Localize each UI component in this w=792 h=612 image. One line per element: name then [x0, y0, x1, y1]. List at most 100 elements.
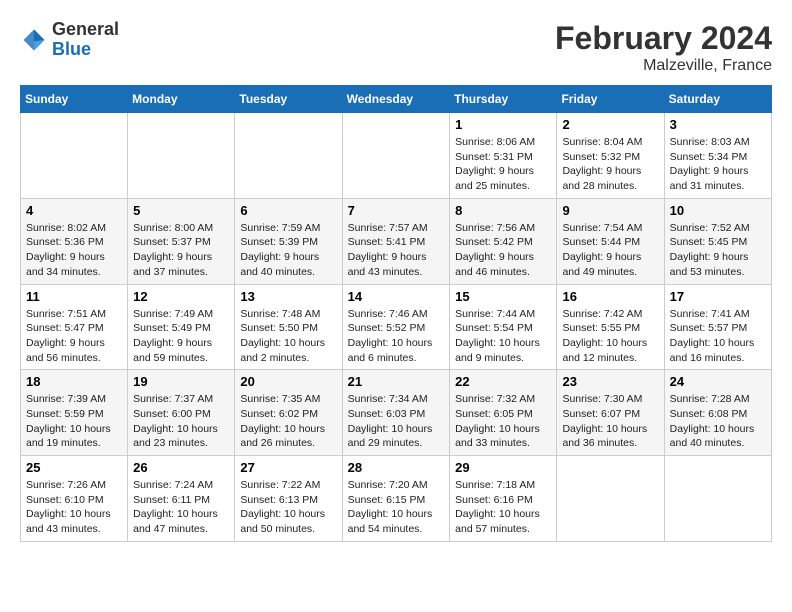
- logo-icon: [20, 26, 48, 54]
- calendar-cell: [557, 456, 664, 542]
- cell-day-number: 8: [455, 203, 551, 218]
- week-row-3: 11Sunrise: 7:51 AM Sunset: 5:47 PM Dayli…: [21, 284, 772, 370]
- calendar-cell: 4Sunrise: 8:02 AM Sunset: 5:36 PM Daylig…: [21, 198, 128, 284]
- cell-day-number: 20: [240, 374, 336, 389]
- header-day-wednesday: Wednesday: [342, 86, 450, 113]
- cell-day-info: Sunrise: 7:39 AM Sunset: 5:59 PM Dayligh…: [26, 392, 122, 451]
- week-row-1: 1 Sunrise: 8:06 AM Sunset: 5:31 PM Daylig…: [21, 113, 772, 199]
- week-row-5: 25 Sunrise: 7:26 AM Sunset: 6:10 PM Dayli…: [21, 456, 772, 542]
- cell-day-info: Sunrise: 7:49 AM Sunset: 5:49 PM Dayligh…: [133, 307, 229, 366]
- header-day-tuesday: Tuesday: [235, 86, 342, 113]
- cell-day-info: Sunrise: 7:30 AM Sunset: 6:07 PM Dayligh…: [562, 392, 658, 451]
- cell-day-number: 22: [455, 374, 551, 389]
- cell-day-number: 29: [455, 460, 551, 475]
- calendar-cell: 18 Sunrise: 7:39 AM Sunset: 5:59 PM Dayli…: [21, 370, 128, 456]
- cell-day-info: Sunrise: 7:26 AM Sunset: 6:10 PM Dayligh…: [26, 478, 122, 537]
- week-row-4: 18 Sunrise: 7:39 AM Sunset: 5:59 PM Dayli…: [21, 370, 772, 456]
- cell-day-number: 6: [240, 203, 336, 218]
- header-day-thursday: Thursday: [450, 86, 557, 113]
- cell-day-number: 2: [562, 117, 658, 132]
- cell-day-number: 18: [26, 374, 122, 389]
- cell-day-info: Sunrise: 7:56 AM Sunset: 5:42 PM Dayligh…: [455, 221, 551, 280]
- cell-day-number: 23: [562, 374, 658, 389]
- cell-day-info: Sunrise: 7:59 AM Sunset: 5:39 PM Dayligh…: [240, 221, 336, 280]
- calendar-cell: [664, 456, 771, 542]
- page-title: February 2024: [555, 20, 772, 57]
- calendar-cell: 7Sunrise: 7:57 AM Sunset: 5:41 PM Daylig…: [342, 198, 450, 284]
- logo-blue: Blue: [52, 40, 119, 60]
- cell-day-number: 16: [562, 289, 658, 304]
- calendar-cell: 13 Sunrise: 7:48 AM Sunset: 5:50 PM Dayli…: [235, 284, 342, 370]
- cell-day-number: 15: [455, 289, 551, 304]
- cell-day-info: Sunrise: 7:35 AM Sunset: 6:02 PM Dayligh…: [240, 392, 336, 451]
- calendar-cell: 21 Sunrise: 7:34 AM Sunset: 6:03 PM Dayli…: [342, 370, 450, 456]
- calendar-cell: 23 Sunrise: 7:30 AM Sunset: 6:07 PM Dayli…: [557, 370, 664, 456]
- calendar-cell: 26Sunrise: 7:24 AM Sunset: 6:11 PM Dayli…: [128, 456, 235, 542]
- cell-day-info: Sunrise: 7:24 AM Sunset: 6:11 PM Dayligh…: [133, 478, 229, 537]
- calendar-cell: 9 Sunrise: 7:54 AM Sunset: 5:44 PM Daylig…: [557, 198, 664, 284]
- cell-day-number: 11: [26, 289, 122, 304]
- calendar-cell: 6 Sunrise: 7:59 AM Sunset: 5:39 PM Daylig…: [235, 198, 342, 284]
- calendar-cell: [235, 113, 342, 199]
- cell-day-info: Sunrise: 7:57 AM Sunset: 5:41 PM Dayligh…: [348, 221, 445, 280]
- cell-day-number: 4: [26, 203, 122, 218]
- calendar-table: SundayMondayTuesdayWednesdayThursdayFrid…: [20, 85, 772, 542]
- cell-day-info: Sunrise: 7:37 AM Sunset: 6:00 PM Dayligh…: [133, 392, 229, 451]
- cell-day-number: 24: [670, 374, 766, 389]
- header-day-friday: Friday: [557, 86, 664, 113]
- cell-day-info: Sunrise: 7:54 AM Sunset: 5:44 PM Dayligh…: [562, 221, 658, 280]
- cell-day-info: Sunrise: 7:34 AM Sunset: 6:03 PM Dayligh…: [348, 392, 445, 451]
- logo-general: General: [52, 20, 119, 40]
- header-day-sunday: Sunday: [21, 86, 128, 113]
- calendar-header: SundayMondayTuesdayWednesdayThursdayFrid…: [21, 86, 772, 113]
- calendar-cell: 5Sunrise: 8:00 AM Sunset: 5:37 PM Daylig…: [128, 198, 235, 284]
- cell-day-info: Sunrise: 7:44 AM Sunset: 5:54 PM Dayligh…: [455, 307, 551, 366]
- calendar-cell: 27Sunrise: 7:22 AM Sunset: 6:13 PM Dayli…: [235, 456, 342, 542]
- calendar-cell: [21, 113, 128, 199]
- cell-day-info: Sunrise: 8:04 AM Sunset: 5:32 PM Dayligh…: [562, 135, 658, 194]
- calendar-cell: 16Sunrise: 7:42 AM Sunset: 5:55 PM Dayli…: [557, 284, 664, 370]
- cell-day-info: Sunrise: 7:20 AM Sunset: 6:15 PM Dayligh…: [348, 478, 445, 537]
- calendar-cell: 8 Sunrise: 7:56 AM Sunset: 5:42 PM Daylig…: [450, 198, 557, 284]
- cell-day-info: Sunrise: 7:46 AM Sunset: 5:52 PM Dayligh…: [348, 307, 445, 366]
- calendar-cell: 20 Sunrise: 7:35 AM Sunset: 6:02 PM Dayli…: [235, 370, 342, 456]
- logo-text: General Blue: [52, 20, 119, 60]
- cell-day-number: 9: [562, 203, 658, 218]
- cell-day-info: Sunrise: 7:22 AM Sunset: 6:13 PM Dayligh…: [240, 478, 336, 537]
- cell-day-info: Sunrise: 7:41 AM Sunset: 5:57 PM Dayligh…: [670, 307, 766, 366]
- cell-day-info: Sunrise: 7:48 AM Sunset: 5:50 PM Dayligh…: [240, 307, 336, 366]
- week-row-2: 4Sunrise: 8:02 AM Sunset: 5:36 PM Daylig…: [21, 198, 772, 284]
- calendar-cell: 24 Sunrise: 7:28 AM Sunset: 6:08 PM Dayli…: [664, 370, 771, 456]
- header-row: SundayMondayTuesdayWednesdayThursdayFrid…: [21, 86, 772, 113]
- cell-day-number: 1: [455, 117, 551, 132]
- calendar-cell: 2 Sunrise: 8:04 AM Sunset: 5:32 PM Daylig…: [557, 113, 664, 199]
- cell-day-info: Sunrise: 7:52 AM Sunset: 5:45 PM Dayligh…: [670, 221, 766, 280]
- title-block: February 2024 Malzeville, France: [555, 20, 772, 75]
- page-header: General Blue February 2024 Malzeville, F…: [20, 20, 772, 75]
- calendar-cell: 25 Sunrise: 7:26 AM Sunset: 6:10 PM Dayli…: [21, 456, 128, 542]
- calendar-cell: 28 Sunrise: 7:20 AM Sunset: 6:15 PM Dayli…: [342, 456, 450, 542]
- calendar-cell: 19Sunrise: 7:37 AM Sunset: 6:00 PM Dayli…: [128, 370, 235, 456]
- calendar-cell: 10 Sunrise: 7:52 AM Sunset: 5:45 PM Dayli…: [664, 198, 771, 284]
- cell-day-info: Sunrise: 7:28 AM Sunset: 6:08 PM Dayligh…: [670, 392, 766, 451]
- calendar-cell: [342, 113, 450, 199]
- cell-day-info: Sunrise: 8:06 AM Sunset: 5:31 PM Dayligh…: [455, 135, 551, 194]
- cell-day-number: 10: [670, 203, 766, 218]
- cell-day-number: 3: [670, 117, 766, 132]
- calendar-cell: 1 Sunrise: 8:06 AM Sunset: 5:31 PM Daylig…: [450, 113, 557, 199]
- calendar-body: 1 Sunrise: 8:06 AM Sunset: 5:31 PM Daylig…: [21, 113, 772, 542]
- cell-day-number: 25: [26, 460, 122, 475]
- calendar-cell: 29 Sunrise: 7:18 AM Sunset: 6:16 PM Dayli…: [450, 456, 557, 542]
- cell-day-number: 13: [240, 289, 336, 304]
- calendar-cell: 3Sunrise: 8:03 AM Sunset: 5:34 PM Daylig…: [664, 113, 771, 199]
- header-day-saturday: Saturday: [664, 86, 771, 113]
- cell-day-info: Sunrise: 8:00 AM Sunset: 5:37 PM Dayligh…: [133, 221, 229, 280]
- cell-day-number: 28: [348, 460, 445, 475]
- calendar-cell: 15 Sunrise: 7:44 AM Sunset: 5:54 PM Dayli…: [450, 284, 557, 370]
- calendar-cell: 17Sunrise: 7:41 AM Sunset: 5:57 PM Dayli…: [664, 284, 771, 370]
- page-subtitle: Malzeville, France: [555, 57, 772, 75]
- calendar-cell: 12Sunrise: 7:49 AM Sunset: 5:49 PM Dayli…: [128, 284, 235, 370]
- calendar-cell: [128, 113, 235, 199]
- cell-day-number: 21: [348, 374, 445, 389]
- cell-day-info: Sunrise: 7:18 AM Sunset: 6:16 PM Dayligh…: [455, 478, 551, 537]
